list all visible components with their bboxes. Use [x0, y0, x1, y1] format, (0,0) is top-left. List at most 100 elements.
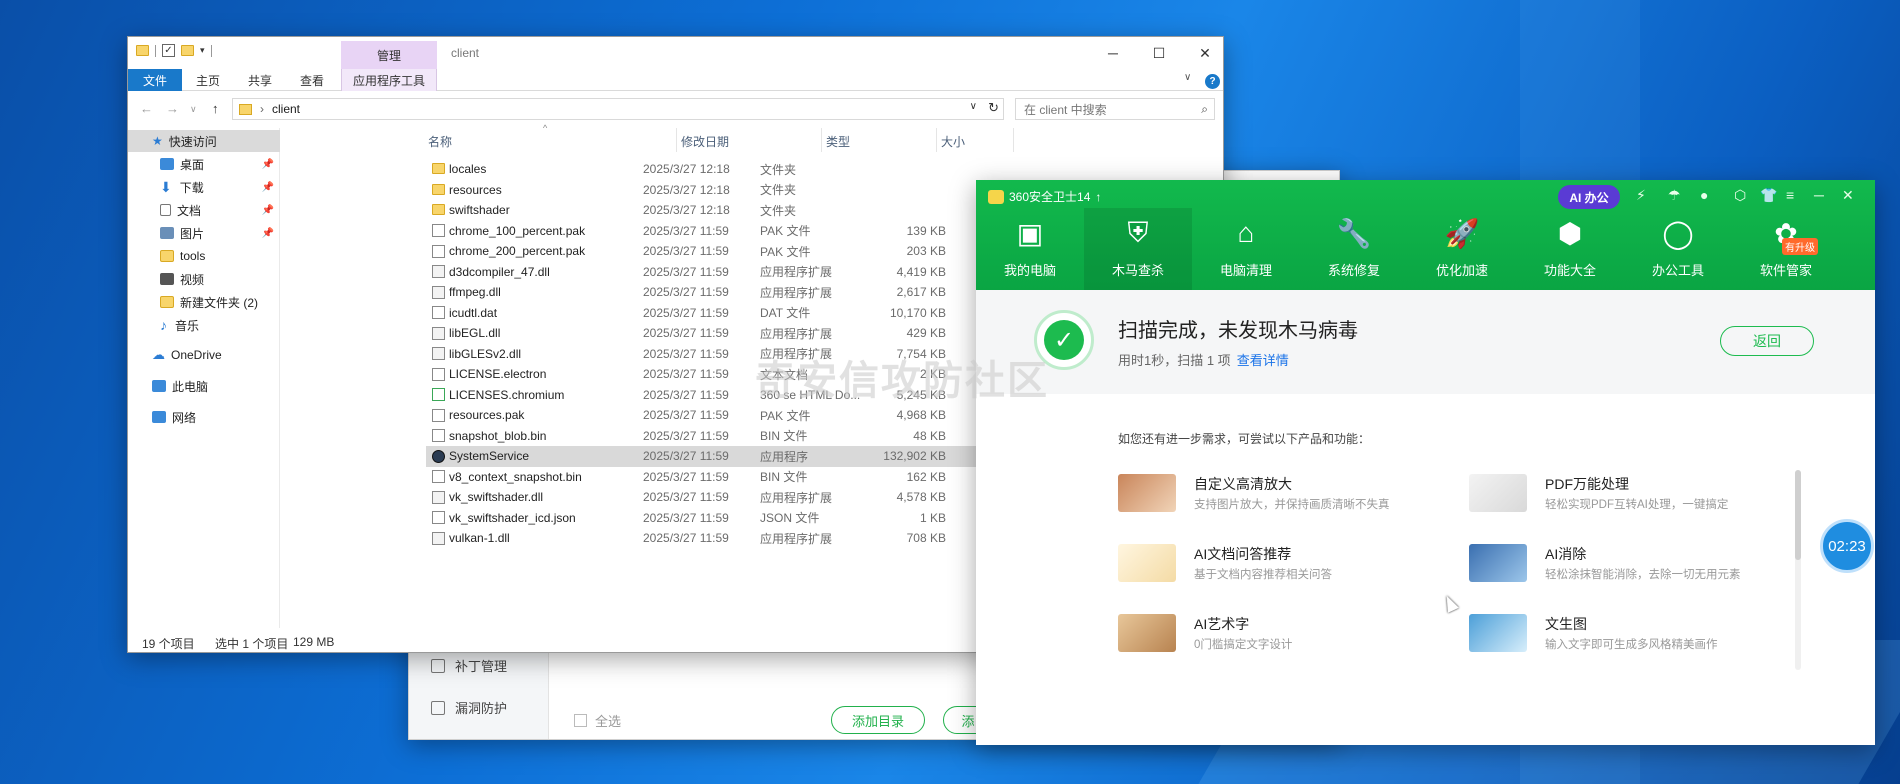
product-card[interactable]: PDF万能处理 轻松实现PDF互转AI处理，一键搞定: [1469, 470, 1799, 522]
tab-optimize[interactable]: 🚀 优化加速: [1408, 208, 1516, 290]
column-divider[interactable]: [936, 128, 937, 152]
selected-count: 选中 1 个项目: [215, 637, 289, 651]
file-row[interactable]: libEGL.dll 2025/3/27 11:59 应用程序扩展 429 KB: [426, 323, 1008, 344]
file-row[interactable]: resources 2025/3/27 12:18 文件夹: [426, 180, 1008, 201]
tab-my-computer[interactable]: ▣ 我的电脑: [976, 208, 1084, 290]
nav-new-folder[interactable]: 新建文件夹 (2): [128, 291, 280, 313]
tab-home[interactable]: 主页: [186, 69, 230, 91]
nav-documents[interactable]: 文档 📌: [128, 199, 280, 221]
nav-downloads[interactable]: ⬇ 下载 📌: [128, 176, 280, 198]
address-dropdown-icon[interactable]: ∨: [970, 101, 977, 112]
shirt-icon[interactable]: 👕: [1760, 187, 1777, 204]
forward-arrow-icon[interactable]: →: [166, 101, 179, 116]
new-folder-icon[interactable]: [181, 45, 194, 56]
checkbox-box[interactable]: [574, 714, 587, 727]
file-row[interactable]: SystemService 2025/3/27 11:59 应用程序 132,902 …: [426, 446, 1008, 467]
file-row[interactable]: vk_swiftshader_icd.json 2025/3/27 11:59 JS…: [426, 508, 1008, 529]
product-card[interactable]: AI消除 轻松涂抹智能消除，去除一切无用元素: [1469, 540, 1799, 592]
menu-icon[interactable]: ≡: [1786, 187, 1794, 203]
file-row[interactable]: v8_context_snapshot.bin 2025/3/27 11:59 BI…: [426, 467, 1008, 488]
tab-trojan-scan[interactable]: ⛨ 木马查杀: [1084, 208, 1192, 290]
tab-file[interactable]: 文件: [128, 69, 182, 91]
sidebar-item-patch[interactable]: 补丁管理: [431, 656, 507, 675]
address-bar[interactable]: › client ∨ ↻: [232, 98, 1004, 120]
file-row[interactable]: chrome_100_percent.pak 2025/3/27 11:59 PAK…: [426, 221, 1008, 242]
view-details-link[interactable]: 查看详情: [1237, 353, 1289, 368]
tab-app-tools[interactable]: 应用程序工具: [341, 69, 437, 91]
umbrella-icon[interactable]: ☂: [1668, 187, 1681, 204]
tab-view[interactable]: 查看: [290, 69, 334, 91]
file-row[interactable]: d3dcompiler_47.dll 2025/3/27 11:59 应用程序扩展 4…: [426, 262, 1008, 283]
search-icon[interactable]: ⌕: [1201, 102, 1208, 117]
product-card[interactable]: 自定义高清放大 支持图片放大，并保持画质清晰不失真: [1118, 470, 1448, 522]
file-row[interactable]: icudtl.dat 2025/3/27 11:59 DAT 文件 10,170 KB: [426, 303, 1008, 324]
product-card[interactable]: AI文档问答推荐 基于文档内容推荐相关问答: [1118, 540, 1448, 592]
select-all-checkbox[interactable]: 全选: [574, 711, 621, 730]
file-row[interactable]: resources.pak 2025/3/27 11:59 PAK 文件 4,968 …: [426, 405, 1008, 426]
nav-music[interactable]: ♪ 音乐: [128, 314, 280, 336]
nav-videos[interactable]: 视频: [128, 268, 280, 290]
file-row[interactable]: ffmpeg.dll 2025/3/27 11:59 应用程序扩展 2,617 KB: [426, 282, 1008, 303]
tab-system-repair[interactable]: 🔧 系统修复: [1300, 208, 1408, 290]
nav-tools[interactable]: tools: [128, 245, 280, 267]
product-card[interactable]: 文生图 输入文字即可生成多风格精美画作: [1469, 610, 1799, 662]
user-avatar-icon[interactable]: ●: [1700, 187, 1708, 203]
refresh-icon[interactable]: ↻: [988, 100, 999, 116]
column-header-name[interactable]: 名称: [428, 133, 452, 150]
minimize-icon[interactable]: ─: [1814, 187, 1824, 203]
file-row[interactable]: snapshot_blob.bin 2025/3/27 11:59 BIN 文件 48…: [426, 426, 1008, 447]
file-row[interactable]: swiftshader 2025/3/27 12:18 文件夹: [426, 200, 1008, 221]
tab-features[interactable]: ⬢ 功能大全: [1516, 208, 1624, 290]
timer-badge[interactable]: 02:23: [1820, 519, 1874, 573]
lightning-icon[interactable]: ⚡: [1636, 187, 1646, 204]
product-card[interactable]: AI艺术字 0门槛搞定文字设计: [1118, 610, 1448, 662]
tab-cleanup[interactable]: ⌂ 电脑清理: [1192, 208, 1300, 290]
column-divider[interactable]: [676, 128, 677, 152]
back-button[interactable]: 返回: [1720, 326, 1814, 356]
up-arrow-icon[interactable]: ↑: [212, 101, 219, 116]
customize-dropdown-icon[interactable]: ▾: [200, 45, 205, 56]
add-directory-button[interactable]: 添加目录: [831, 706, 925, 734]
column-divider[interactable]: [1013, 128, 1014, 152]
file-row[interactable]: LICENSES.chromium 2025/3/27 11:59 360 se H…: [426, 385, 1008, 406]
tab-office-tools[interactable]: ◯ 办公工具: [1624, 208, 1732, 290]
file-date: 2025/3/27 11:59: [643, 285, 729, 300]
breadcrumb[interactable]: client: [272, 102, 300, 116]
ribbon-expand-icon[interactable]: ∨: [1184, 72, 1191, 83]
column-header-date[interactable]: 修改日期: [681, 133, 729, 150]
folder-icon: [160, 296, 174, 308]
nav-network[interactable]: 网络: [128, 406, 280, 428]
search-input[interactable]: 在 client 中搜索 ⌕: [1015, 98, 1215, 120]
folder-icon: [239, 103, 252, 115]
file-row[interactable]: libGLESv2.dll 2025/3/27 11:59 应用程序扩展 7,754 …: [426, 344, 1008, 365]
scrollbar-thumb[interactable]: [1795, 470, 1801, 560]
file-row[interactable]: vk_swiftshader.dll 2025/3/27 11:59 应用程序扩展 4…: [426, 487, 1008, 508]
close-button[interactable]: ✕: [1182, 41, 1228, 65]
recent-dropdown-icon[interactable]: ∨: [190, 104, 197, 115]
ai-office-button[interactable]: AI 办公: [1558, 185, 1620, 209]
nav-quick-access[interactable]: ★ 快速访问: [128, 130, 280, 152]
file-row[interactable]: chrome_200_percent.pak 2025/3/27 11:59 PAK…: [426, 241, 1008, 262]
upgrade-arrow-icon[interactable]: ↑: [1095, 190, 1101, 204]
file-row[interactable]: locales 2025/3/27 12:18 文件夹: [426, 159, 1008, 180]
nav-onedrive[interactable]: ☁ OneDrive: [128, 344, 280, 366]
maximize-button[interactable]: ☐: [1136, 41, 1182, 65]
nav-desktop[interactable]: 桌面 📌: [128, 153, 280, 175]
tab-manage[interactable]: 管理: [341, 41, 437, 69]
back-arrow-icon[interactable]: ←: [140, 101, 153, 116]
help-icon[interactable]: ?: [1205, 74, 1220, 89]
close-icon[interactable]: ✕: [1842, 187, 1854, 204]
file-row[interactable]: LICENSE.electron 2025/3/27 11:59 文本文档 2 KB: [426, 364, 1008, 385]
nav-pictures[interactable]: 图片 📌: [128, 222, 280, 244]
column-divider[interactable]: [821, 128, 822, 152]
properties-icon[interactable]: ✓: [162, 44, 175, 57]
settings-icon[interactable]: ⬡: [1734, 187, 1746, 204]
column-header-type[interactable]: 类型: [826, 133, 850, 150]
sidebar-item-vuln[interactable]: 漏洞防护: [431, 698, 507, 717]
file-row[interactable]: vulkan-1.dll 2025/3/27 11:59 应用程序扩展 708 KB: [426, 528, 1008, 549]
tab-share[interactable]: 共享: [238, 69, 282, 91]
minimize-button[interactable]: ─: [1090, 41, 1136, 65]
scrollbar[interactable]: [1795, 470, 1801, 670]
nav-this-pc[interactable]: 此电脑: [128, 375, 280, 397]
column-header-size[interactable]: 大小: [941, 133, 965, 150]
